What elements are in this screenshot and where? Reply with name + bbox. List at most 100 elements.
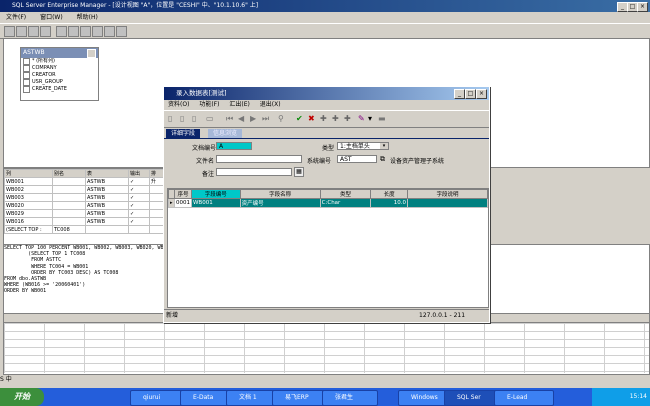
type-label: 类型 (322, 145, 335, 152)
grid-header[interactable]: 表 (85, 169, 129, 178)
prev-record-icon[interactable]: ◀ (238, 114, 244, 124)
main-menu: 文件(F) 窗口(W) 帮助(H) (0, 12, 650, 23)
taskbar-item-person[interactable]: 张君生 (322, 390, 378, 406)
menu-help[interactable]: 帮助(H) (77, 14, 98, 21)
table-row[interactable]: WB001 ASTWB ✓ 升 (4, 177, 172, 186)
grid-header-row: 列 别名 表 输出 排 (4, 169, 172, 178)
column-item[interactable]: CREATE_DATE (21, 86, 98, 93)
start-button[interactable]: 开始 (0, 388, 44, 406)
grid-icon[interactable] (28, 26, 39, 37)
column-item[interactable]: CREATOR (21, 72, 98, 79)
checkbox[interactable] (23, 86, 30, 93)
dialog-menu: 资料(O) 功能(F) 汇出(E) 退出(X) (164, 100, 489, 110)
filter-icon[interactable] (92, 26, 103, 37)
file-name-field[interactable] (216, 155, 302, 163)
status-mode: 新增 (166, 312, 179, 319)
copy-icon[interactable]: ▯ (180, 114, 184, 124)
data-entry-dialog[interactable]: 录入数据表[测试] _ □ × 资料(O) 功能(F) 汇出(E) 退出(X) … (163, 86, 490, 323)
taskbar-item-elead[interactable]: E-Lead (494, 390, 554, 406)
table-row[interactable]: WB020 ASTWB ✓ (4, 201, 172, 210)
first-record-icon[interactable]: ⏮ (226, 114, 233, 124)
checkbox[interactable] (23, 79, 30, 86)
clock[interactable]: 15:14 (630, 393, 647, 400)
lookup-icon[interactable]: ⧉ (380, 155, 385, 164)
folder-icon[interactable]: ▬ (378, 114, 386, 124)
confirm-icon[interactable]: ✔ (296, 114, 303, 124)
grid-header[interactable]: 别名 (52, 169, 86, 178)
dialog-toolbar: ▯ ▯ ▯ ▭ ⏮ ◀ ▶ ⏭ ⚲ ✔ ✖ ✚ ✚ ✚ ✎ ▾ ▬ (164, 110, 489, 128)
column-item[interactable]: * (所有列) (21, 58, 98, 65)
col-description[interactable]: 字段说明 (406, 189, 489, 199)
tools-icon[interactable]: ✎ (358, 114, 365, 124)
sql-icon[interactable] (40, 26, 51, 37)
col-seq[interactable]: 序号 (173, 189, 192, 199)
grid-header[interactable]: 输出 (128, 169, 150, 178)
print-icon[interactable]: ▭ (206, 114, 214, 124)
tab-info-browse[interactable]: 信息浏览 (208, 129, 243, 138)
field-table[interactable]: 序号 字段编号 字段名称 类型 长度 字段说明 ▸ 0001 WB001 资产编… (167, 188, 489, 308)
col-field-name[interactable]: 字段名称 (239, 189, 321, 199)
close-button[interactable]: × (637, 2, 648, 12)
column-item[interactable]: USR_GROUP (21, 79, 98, 86)
col-length[interactable]: 长度 (370, 189, 408, 199)
move-down-icon[interactable]: ✚ (332, 114, 339, 124)
verify-icon[interactable] (56, 26, 67, 37)
calendar-icon[interactable]: ▦ (294, 167, 304, 177)
table-row[interactable]: WB016 ASTWB ✓ (4, 217, 172, 226)
criteria-grid[interactable]: 列 别名 表 输出 排 WB001 ASTWB ✓ 升 WB002 ASTWB ✓ WB0… (3, 168, 173, 245)
menu-exit[interactable]: 退出(X) (260, 101, 281, 108)
grid-header[interactable]: 列 (4, 169, 53, 178)
table-row[interactable]: (SELECT TOP : TC008 (4, 225, 172, 234)
table-row[interactable]: WB003 ASTWB ✓ (4, 193, 172, 202)
table-box-minimize-icon[interactable] (87, 49, 96, 58)
dialog-minimize-button[interactable]: _ (454, 89, 465, 99)
results-grid[interactable] (4, 323, 649, 373)
save-icon[interactable] (4, 26, 15, 37)
dropdown-arrow-icon[interactable]: ▾ (368, 114, 372, 124)
delete-icon[interactable]: ▯ (192, 114, 196, 124)
move-up-icon[interactable]: ✚ (320, 114, 327, 124)
type-select[interactable]: 1:主档单头 ▾ (337, 142, 389, 150)
chevron-down-icon[interactable]: ▾ (380, 143, 388, 149)
insert-icon[interactable]: ✚ (344, 114, 351, 124)
run-icon[interactable] (16, 26, 27, 37)
ime-icon[interactable]: S (0, 376, 4, 383)
col-type[interactable]: 类型 (319, 189, 372, 199)
group-icon[interactable] (104, 26, 115, 37)
file-name-label: 文件名 (196, 158, 215, 165)
search-icon[interactable]: ⚲ (278, 114, 284, 124)
language-bar[interactable]: S 中 (0, 374, 100, 385)
dialog-close-button[interactable]: × (476, 89, 487, 99)
detail-form: 文档编号 A 类型 1:主档单头 ▾ 文件名 系统编号 AST ⧉ 设备资产管理… (164, 138, 489, 192)
checkbox[interactable] (23, 58, 30, 65)
last-record-icon[interactable]: ⏭ (262, 114, 269, 124)
checkbox[interactable] (23, 65, 30, 72)
doc-no-label: 文档编号 (192, 145, 217, 152)
doc-no-field[interactable]: A (216, 142, 252, 150)
cancel-icon[interactable]: ✖ (308, 114, 315, 124)
new-icon[interactable]: ▯ (168, 114, 172, 124)
table-row[interactable]: ▸ 0001 WB001 资产编号 C:Char 10.0 (168, 198, 489, 208)
table-row[interactable]: WB029 ASTWB ✓ (4, 209, 172, 218)
dialog-title-bar: 录入数据表[测试] _ □ × (164, 87, 489, 100)
col-field-no[interactable]: 字段编号 (190, 189, 241, 199)
menu-data[interactable]: 资料(O) (168, 101, 189, 108)
tab-detail-fields[interactable]: 详细字段 (166, 129, 201, 138)
sys-no-field[interactable]: AST (337, 155, 377, 163)
exclamation-icon[interactable] (68, 26, 79, 37)
menu-export[interactable]: 汇出(E) (229, 101, 249, 108)
checkbox[interactable] (23, 72, 30, 79)
next-record-icon[interactable]: ▶ (250, 114, 256, 124)
remark-field[interactable] (216, 168, 292, 176)
table-box-header[interactable]: ASTWB (21, 48, 98, 58)
table-box-astwb[interactable]: ASTWB * (所有列) COMPANY CREATOR USR_GROUP … (20, 47, 99, 101)
ime-label[interactable]: 中 (6, 376, 12, 383)
menu-file[interactable]: 文件(F) (6, 14, 26, 21)
sort-icon[interactable] (80, 26, 91, 37)
add-table-icon[interactable] (116, 26, 127, 37)
menu-function[interactable]: 功能(F) (199, 101, 219, 108)
menu-window[interactable]: 窗口(W) (40, 14, 63, 21)
table-row[interactable]: WB002 ASTWB ✓ (4, 185, 172, 194)
column-item[interactable]: COMPANY (21, 65, 98, 72)
dialog-maximize-button[interactable]: □ (465, 89, 476, 99)
